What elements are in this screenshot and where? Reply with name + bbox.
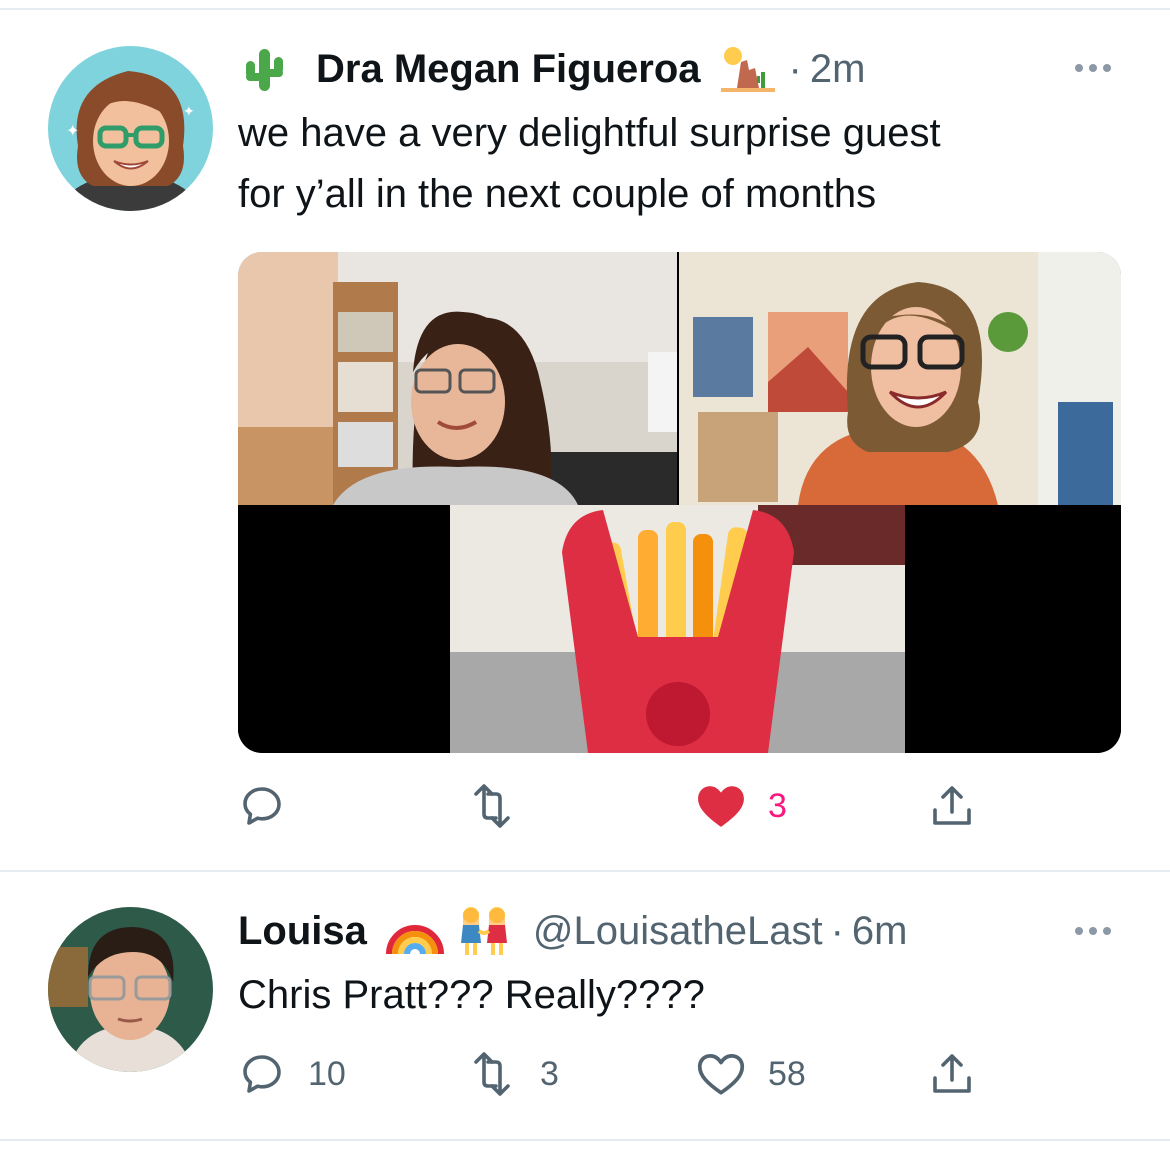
two-women-holding-hands-icon	[455, 905, 513, 957]
tweet-1-text-line: we have a very delightful surprise guest	[238, 111, 941, 155]
avatar-megan[interactable]: ✦ ✦	[48, 46, 213, 211]
share-icon	[933, 1054, 971, 1093]
reply-icon	[243, 787, 281, 825]
tweet-1-actions: 3	[238, 776, 988, 836]
retweet-icon	[474, 784, 510, 828]
tweet-2-text: Chris Pratt??? Really????	[238, 965, 705, 1026]
french-fries-emoji-icon	[562, 510, 794, 753]
tweet-1-like-button[interactable]: 3	[696, 776, 787, 836]
tweet-2[interactable]: Louisa @LouisatheLast · 6m Chris Pratt??…	[0, 872, 1170, 1137]
tweet-2-like-button[interactable]: 58	[696, 1044, 806, 1104]
tweet-1-retweet-button[interactable]	[466, 776, 540, 836]
reply-icon	[243, 1055, 281, 1093]
bottom-divider	[0, 1139, 1170, 1141]
tweet-2-more-icon[interactable]	[1075, 927, 1111, 935]
tweet-2-share-button[interactable]	[928, 1044, 976, 1104]
avatar-louisa[interactable]	[48, 907, 213, 1072]
heart-outline-icon	[697, 1054, 745, 1095]
tweet-2-reply-count: 10	[308, 1054, 346, 1093]
tweet-2-display-name[interactable]: Louisa	[238, 909, 367, 954]
heart-filled-icon	[698, 786, 744, 827]
svg-text:✦: ✦	[66, 123, 79, 140]
tweet-1-header: Dra Megan Figueroa · 2m	[240, 44, 865, 94]
tweet-1-like-count: 3	[768, 786, 787, 825]
tweet-2-separator: ·	[830, 908, 844, 953]
tweet-1-text: we have a very delightful surprise guest…	[238, 103, 941, 225]
tweet-1-text-line: for y’all in the next couple of months	[238, 172, 877, 216]
tweet-2-retweet-button[interactable]: 3	[466, 1044, 559, 1104]
tweet-1-media-image[interactable]	[238, 252, 1121, 753]
tweet-2-header: Louisa @LouisatheLast · 6m	[238, 905, 908, 957]
share-icon	[933, 786, 971, 825]
tweet-2-retweet-count: 3	[540, 1054, 559, 1093]
desert-emoji-icon	[717, 44, 775, 94]
tweet-1-share-button[interactable]	[928, 776, 976, 836]
retweet-icon	[474, 1052, 510, 1096]
tweet-1-timestamp[interactable]: 2m	[810, 47, 866, 92]
tweet-2-text-line: Chris Pratt??? Really????	[238, 973, 705, 1017]
tweet-1-more-icon[interactable]	[1075, 64, 1111, 72]
tweet-2-handle[interactable]: @LouisatheLast	[533, 909, 823, 954]
tweet-1-display-name[interactable]: Dra Megan Figueroa	[316, 47, 701, 92]
rainbow-emoji-icon	[385, 906, 445, 956]
tweet-2-timestamp[interactable]: 6m	[852, 909, 908, 954]
tweet-2-like-count: 58	[768, 1054, 806, 1093]
tweet-2-reply-button[interactable]: 10	[238, 1044, 346, 1104]
tweet-1[interactable]: ✦ ✦ Dra Megan Figueroa · 2m we have a ve…	[0, 0, 1170, 870]
tweet-1-reply-button[interactable]	[238, 776, 308, 836]
cactus-emoji-icon	[240, 45, 288, 93]
svg-text:✦: ✦	[183, 103, 195, 119]
tweet-2-actions: 10 3 58	[238, 1044, 988, 1104]
tweet-1-separator: ·	[788, 46, 802, 91]
